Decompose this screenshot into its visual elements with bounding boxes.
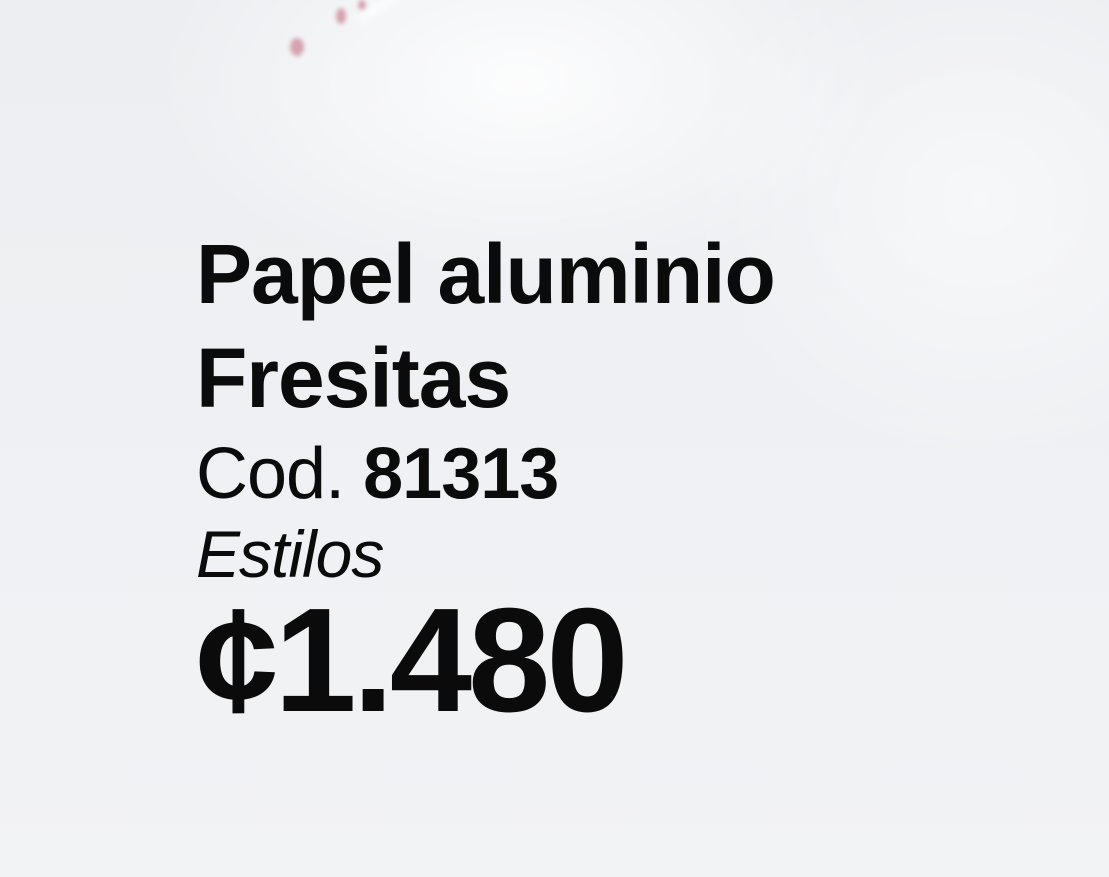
product-name-line-1: Papel aluminio [196, 227, 776, 321]
product-code-value: 81313 [363, 434, 559, 514]
product-name-line-2: Fresitas [196, 331, 511, 425]
product-code: Cod. 81313 [196, 430, 956, 518]
product-price: ¢1.480 [196, 578, 629, 743]
strawberry-print-fragment [280, 0, 400, 70]
product-code-label: Cod. [196, 434, 345, 514]
product-info: Papel aluminio Fresitas Cod. 81313 Estil… [196, 222, 956, 736]
